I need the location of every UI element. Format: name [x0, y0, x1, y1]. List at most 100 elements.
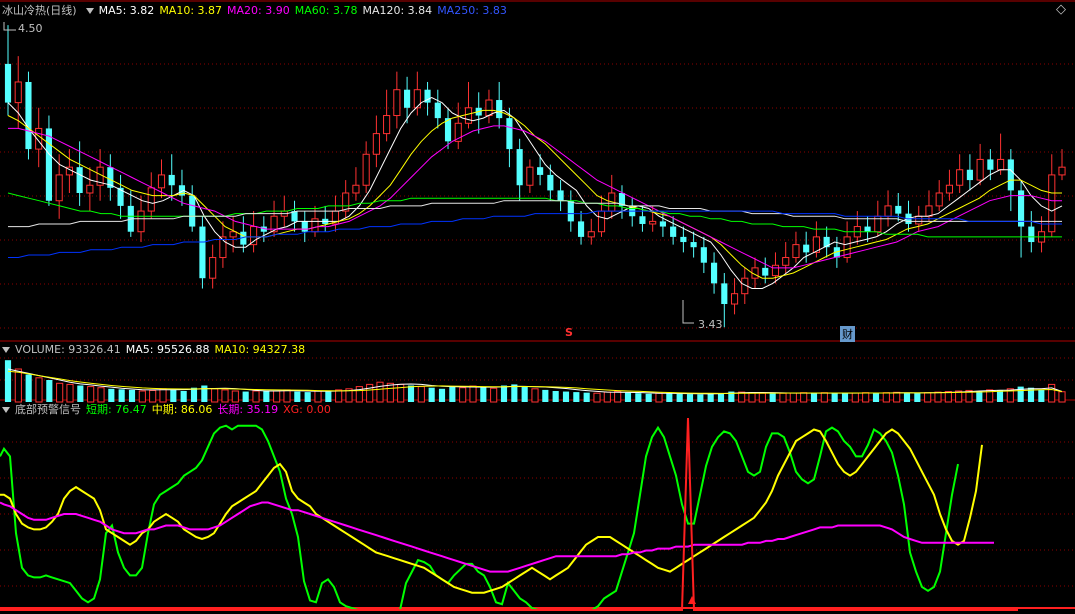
volume-bar — [924, 392, 932, 403]
diamond-icon[interactable]: ◇ — [1056, 2, 1066, 17]
volume-bar — [976, 391, 983, 402]
candle-body — [711, 262, 718, 284]
volume-label: VOLUME: 93326.41 — [15, 343, 121, 356]
volume-bar — [882, 392, 890, 403]
volume-bar — [789, 392, 797, 403]
xg-label: XG: 0.00 — [283, 403, 331, 416]
candle-body — [639, 216, 646, 224]
volume-bar — [573, 392, 580, 402]
volume-bar — [903, 392, 911, 402]
volume-bar — [366, 383, 374, 403]
candle-body — [189, 195, 196, 227]
volume-bar — [314, 390, 322, 403]
volume-bar — [438, 388, 446, 402]
volume-bar — [77, 385, 84, 402]
volume-bars — [4, 360, 1066, 403]
main-legend: 冰山冷热(日线) MA5: 3.82 MA10: 3.87 MA20: 3.90 MA6… — [2, 4, 512, 18]
candle-body — [362, 153, 370, 186]
candle-body — [485, 99, 493, 117]
volume-bar — [914, 393, 921, 402]
volume-bar — [252, 390, 260, 403]
volume-bar — [542, 389, 549, 402]
candle-body — [1007, 159, 1014, 191]
candle-body — [690, 242, 697, 248]
dropdown-icon[interactable] — [85, 7, 94, 14]
candle-body — [864, 226, 871, 232]
indicator-dropdown-icon[interactable] — [2, 406, 10, 413]
candle-body — [506, 118, 513, 150]
volume-bar — [893, 391, 901, 403]
volume-bar — [242, 391, 249, 402]
candle-body — [884, 205, 892, 217]
volume-legend: VOLUME: 93326.41 MA5: 95526.88 MA10: 94327… — [2, 343, 310, 357]
candle-body — [997, 158, 1005, 171]
candle-body — [597, 210, 606, 233]
candle-body — [803, 244, 810, 253]
volume-bar — [851, 392, 859, 403]
candle-body — [782, 257, 790, 266]
candle-body — [14, 81, 22, 104]
volume-bar — [562, 391, 570, 402]
volume-bar — [841, 393, 849, 402]
volume-bar — [325, 391, 332, 402]
volume-bar — [376, 381, 384, 403]
candle-body — [966, 169, 973, 181]
candle-body — [1048, 174, 1056, 233]
finance-marker[interactable]: 财 — [840, 326, 855, 342]
moving-average-lines — [7, 96, 1063, 289]
volume-bar — [428, 387, 435, 402]
indicator-line — [0, 424, 959, 611]
candle-body — [577, 221, 585, 237]
volume-bar — [201, 385, 208, 402]
volume-bar — [500, 385, 508, 402]
indicator-title: 底部预警信号 — [15, 403, 81, 416]
volume-bar — [707, 393, 714, 402]
volume-bar — [1048, 383, 1056, 403]
volume-bar — [1058, 391, 1066, 403]
candle-body — [547, 174, 554, 191]
candle-body — [404, 89, 411, 108]
candle-body — [229, 231, 237, 238]
volume-bar — [304, 392, 311, 402]
volume-bar — [231, 390, 239, 403]
volume-bar — [758, 392, 766, 403]
candle-body — [762, 267, 769, 276]
candle-body — [147, 187, 155, 212]
volume-bar — [449, 386, 456, 402]
candle-body — [670, 226, 677, 237]
volume-bar — [603, 391, 611, 403]
volume-bar — [4, 360, 12, 402]
candle-body — [393, 89, 401, 117]
volume-bar — [56, 382, 64, 403]
candle-body — [516, 149, 523, 186]
candle-body — [1058, 166, 1066, 176]
candle-body — [935, 192, 943, 207]
candle-body — [137, 210, 145, 233]
volume-dropdown-icon[interactable] — [2, 346, 10, 353]
volume-bar — [862, 392, 870, 403]
volume-bar — [831, 393, 838, 402]
candle-body — [730, 293, 739, 305]
ma20-line — [8, 125, 1062, 269]
volume-bar — [872, 393, 880, 402]
volume-bar — [686, 394, 694, 402]
volume-bar — [810, 393, 818, 402]
candle-body — [301, 221, 308, 232]
volume-bar — [934, 391, 942, 403]
volume-bar — [386, 382, 394, 403]
indicator-line — [0, 501, 994, 573]
volume-bar — [531, 388, 539, 403]
indicator-legend: 底部预警信号 短期: 76.47 中期: 86.06 长期: 35.19 XG: 0.0… — [2, 403, 336, 417]
candle-body — [680, 236, 687, 243]
volume-bar — [211, 388, 219, 403]
candle-body — [55, 174, 63, 202]
candle-body — [168, 174, 175, 186]
volume-bar — [717, 393, 725, 402]
volume-bar — [996, 390, 1004, 402]
candle-body — [76, 167, 83, 193]
ma20-label: MA20: 3.90 — [227, 4, 290, 17]
volume-bar — [294, 391, 301, 402]
candlestick-series — [4, 25, 1066, 328]
volume-bar — [335, 389, 343, 403]
volume-bar — [820, 392, 828, 403]
